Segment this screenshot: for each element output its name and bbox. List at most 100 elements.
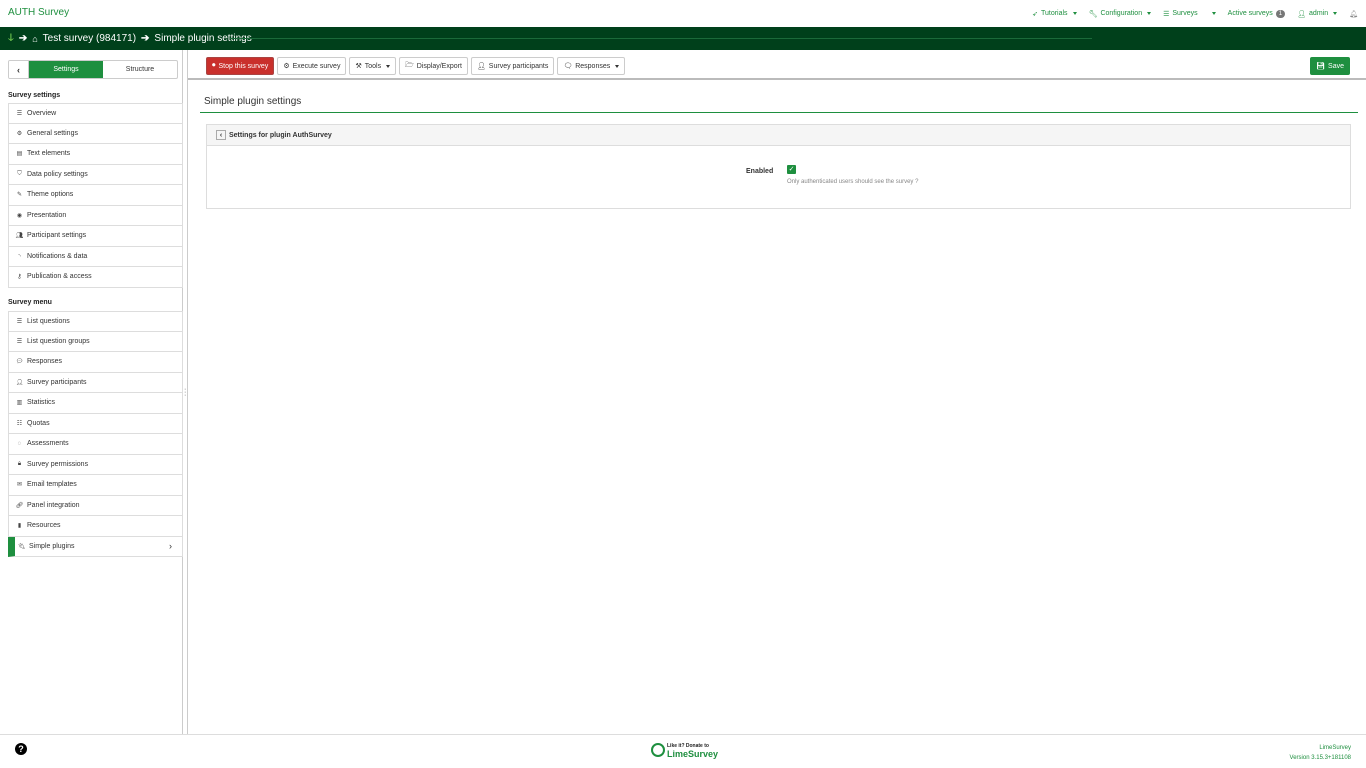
brand-link[interactable]: AUTH Survey bbox=[8, 7, 69, 18]
sidebar-item-label: Panel integration bbox=[27, 501, 80, 509]
link-icon: 🔗︎ bbox=[15, 502, 24, 509]
check-icon: ✓ bbox=[788, 166, 795, 173]
sidebar-item-label: Text elements bbox=[27, 150, 71, 158]
survey-participants-label: Survey participants bbox=[488, 62, 549, 70]
sidebar-item-label: Simple plugins bbox=[29, 542, 75, 550]
caret-down-icon bbox=[1211, 12, 1216, 15]
arrow-right-icon: ➔ bbox=[18, 33, 28, 44]
panel-title: Settings for plugin AuthSurvey bbox=[229, 131, 332, 139]
chevron-left-icon: ‹ bbox=[17, 64, 20, 75]
sidebar-item-theme-options[interactable]: ✎ Theme options bbox=[8, 185, 183, 206]
sidebar-item-label: Overview bbox=[27, 109, 57, 117]
bar-chart-icon: ▥ bbox=[16, 400, 23, 407]
footer-brand: LimeSurvey Version 3.15.3+181108 bbox=[1290, 743, 1351, 763]
sidebar-item-email-templates[interactable]: ✉ Email templates bbox=[8, 475, 183, 496]
surveys-menu[interactable]: ☰ Surveys bbox=[1163, 10, 1198, 18]
home-icon: ⌂ bbox=[32, 33, 38, 44]
breadcrumb-divider bbox=[230, 38, 1092, 39]
sidebar-item-label: List questions bbox=[27, 317, 70, 325]
sidebar-item-survey-participants[interactable]: 👤︎ Survey participants bbox=[8, 372, 183, 393]
sidebar-item-text-elements[interactable]: ▤ Text elements bbox=[8, 144, 183, 165]
sidebar-item-notifications[interactable]: ◝ Notifications & data bbox=[8, 246, 183, 267]
arrow-right-icon: ➔ bbox=[141, 33, 150, 44]
active-surveys-label: Active surveys bbox=[1227, 10, 1273, 17]
sidebar-item-quotas[interactable]: ☷ Quotas bbox=[8, 413, 183, 434]
sidebar-item-participant-settings[interactable]: 👥︎ Participant settings bbox=[8, 226, 183, 247]
list-icon: ☰ bbox=[1163, 10, 1170, 18]
sidebar-tab-toggle: ‹ Settings Structure bbox=[8, 60, 178, 79]
tasks-icon: ☷ bbox=[16, 420, 23, 427]
responses-dropdown-button[interactable]: 🗨︎ Responses bbox=[557, 57, 626, 75]
caret-down-icon bbox=[386, 64, 391, 68]
donate-text: Like it? Donate to LimeSurvey bbox=[667, 742, 718, 759]
sidebar-item-list-questions[interactable]: ☰ List questions bbox=[8, 311, 183, 332]
donate-link[interactable]: Like it? Donate to LimeSurvey bbox=[651, 742, 718, 759]
enabled-help-text: Only authenticated users should see the … bbox=[787, 179, 919, 185]
paintbrush-icon: ✎ bbox=[16, 192, 23, 199]
eye-slash-icon: ◉ bbox=[16, 212, 23, 219]
caret-down-icon bbox=[1072, 12, 1077, 15]
sidebar-item-label: Data policy settings bbox=[27, 170, 88, 178]
toolbar-divider bbox=[188, 78, 1366, 80]
chevron-left-icon[interactable]: ‹ bbox=[216, 130, 226, 140]
configuration-label: Configuration bbox=[1100, 10, 1143, 17]
surveys-label: Surveys bbox=[1172, 10, 1198, 17]
enabled-checkbox[interactable]: ✓ bbox=[787, 165, 796, 174]
surveys-dropdown-toggle[interactable] bbox=[1210, 12, 1216, 15]
limesurvey-logo-icon[interactable]: ↆ bbox=[8, 32, 14, 45]
configuration-menu[interactable]: 🔧︎ Configuration bbox=[1089, 10, 1152, 18]
user-menu[interactable]: 👤︎ admin bbox=[1297, 10, 1338, 18]
execute-survey-button[interactable]: ⚙ Execute survey bbox=[277, 57, 347, 75]
sidebar-item-label: Presentation bbox=[27, 211, 67, 219]
tab-structure[interactable]: Structure bbox=[103, 61, 177, 78]
gears-icon: ⚙ bbox=[16, 130, 23, 137]
sidebar-item-panel-integration[interactable]: 🔗︎ Panel integration bbox=[8, 495, 183, 516]
sidebar-item-general-settings[interactable]: ⚙ General settings bbox=[8, 123, 183, 144]
tools-dropdown-button[interactable]: ⚒ Tools bbox=[349, 57, 397, 75]
display-export-label: Display/Export bbox=[416, 62, 462, 70]
active-surveys-badge: 1 bbox=[1275, 9, 1286, 18]
feed-icon: ◝ bbox=[18, 253, 21, 260]
collapse-sidebar-button[interactable]: ‹ bbox=[9, 61, 29, 78]
sidebar-item-survey-permissions[interactable]: 🔒︎ Survey permissions bbox=[8, 454, 183, 475]
tutorials-menu[interactable]: ➶ Tutorials bbox=[1032, 10, 1077, 18]
sidebar-item-assessments[interactable]: ◌ Assessments bbox=[8, 434, 183, 455]
sidebar-item-list-question-groups[interactable]: ☰ List question groups bbox=[8, 331, 183, 352]
sidebar-item-overview[interactable]: ☰ Overview bbox=[8, 103, 183, 124]
grip-icon[interactable]: · · · bbox=[184, 386, 186, 399]
panel-heading: ‹ Settings for plugin AuthSurvey bbox=[207, 125, 1350, 146]
sidebar-item-label: General settings bbox=[27, 129, 78, 137]
title-underline bbox=[200, 112, 1358, 113]
cog-icon: ⚙ bbox=[283, 63, 290, 70]
stop-survey-button[interactable]: ⏺ Stop this survey bbox=[206, 57, 275, 75]
footer-app-link[interactable]: LimeSurvey bbox=[1290, 743, 1351, 753]
sidebar-item-responses[interactable]: 💬︎ Responses bbox=[8, 352, 183, 373]
display-export-button[interactable]: 🗁︎ Display/Export bbox=[399, 57, 468, 75]
enabled-label: Enabled bbox=[746, 168, 774, 175]
question-circle-icon[interactable]: ? bbox=[15, 743, 27, 755]
active-surveys-link[interactable]: Active surveys 1 bbox=[1227, 9, 1286, 18]
survey-menu: ☰ List questions ☰ List question groups 💬︎… bbox=[8, 311, 183, 557]
execute-survey-label: Execute survey bbox=[292, 62, 341, 70]
survey-participants-button[interactable]: 👤︎ Survey participants bbox=[470, 57, 555, 75]
list-icon: ☰ bbox=[16, 110, 23, 117]
comment-icon: 💬︎ bbox=[15, 359, 24, 366]
top-menu: ➶ Tutorials 🔧︎ Configuration ☰ Surveys Acti… bbox=[1032, 0, 1358, 27]
sidebar-item-label: Theme options bbox=[27, 191, 74, 199]
sidebar-item-data-policy[interactable]: ⛉ Data policy settings bbox=[8, 164, 183, 185]
tools-icon: ⚒ bbox=[355, 63, 362, 70]
plugin-settings-panel: ‹ Settings for plugin AuthSurvey Enabled… bbox=[206, 124, 1351, 209]
chevron-right-icon: › bbox=[169, 541, 172, 552]
notifications-button[interactable]: 🔔︎ bbox=[1349, 10, 1358, 18]
tab-settings[interactable]: Settings bbox=[29, 61, 103, 78]
sidebar-item-label: Publication & access bbox=[27, 273, 92, 281]
sidebar-item-publication[interactable]: ⚷ Publication & access bbox=[8, 267, 183, 288]
sidebar-item-resources[interactable]: ▮ Resources bbox=[8, 516, 183, 537]
sidebar-item-simple-plugins[interactable]: 🔌︎ Simple plugins › bbox=[8, 536, 183, 557]
sidebar-item-label: Resources bbox=[27, 522, 61, 530]
breadcrumb-survey-link[interactable]: Test survey (984171) bbox=[43, 33, 136, 44]
caret-down-icon bbox=[1333, 12, 1338, 15]
sidebar-item-presentation[interactable]: ◉ Presentation bbox=[8, 205, 183, 226]
sidebar-item-statistics[interactable]: ▥ Statistics bbox=[8, 393, 183, 414]
save-button[interactable]: 💾︎ Save bbox=[1310, 57, 1350, 75]
